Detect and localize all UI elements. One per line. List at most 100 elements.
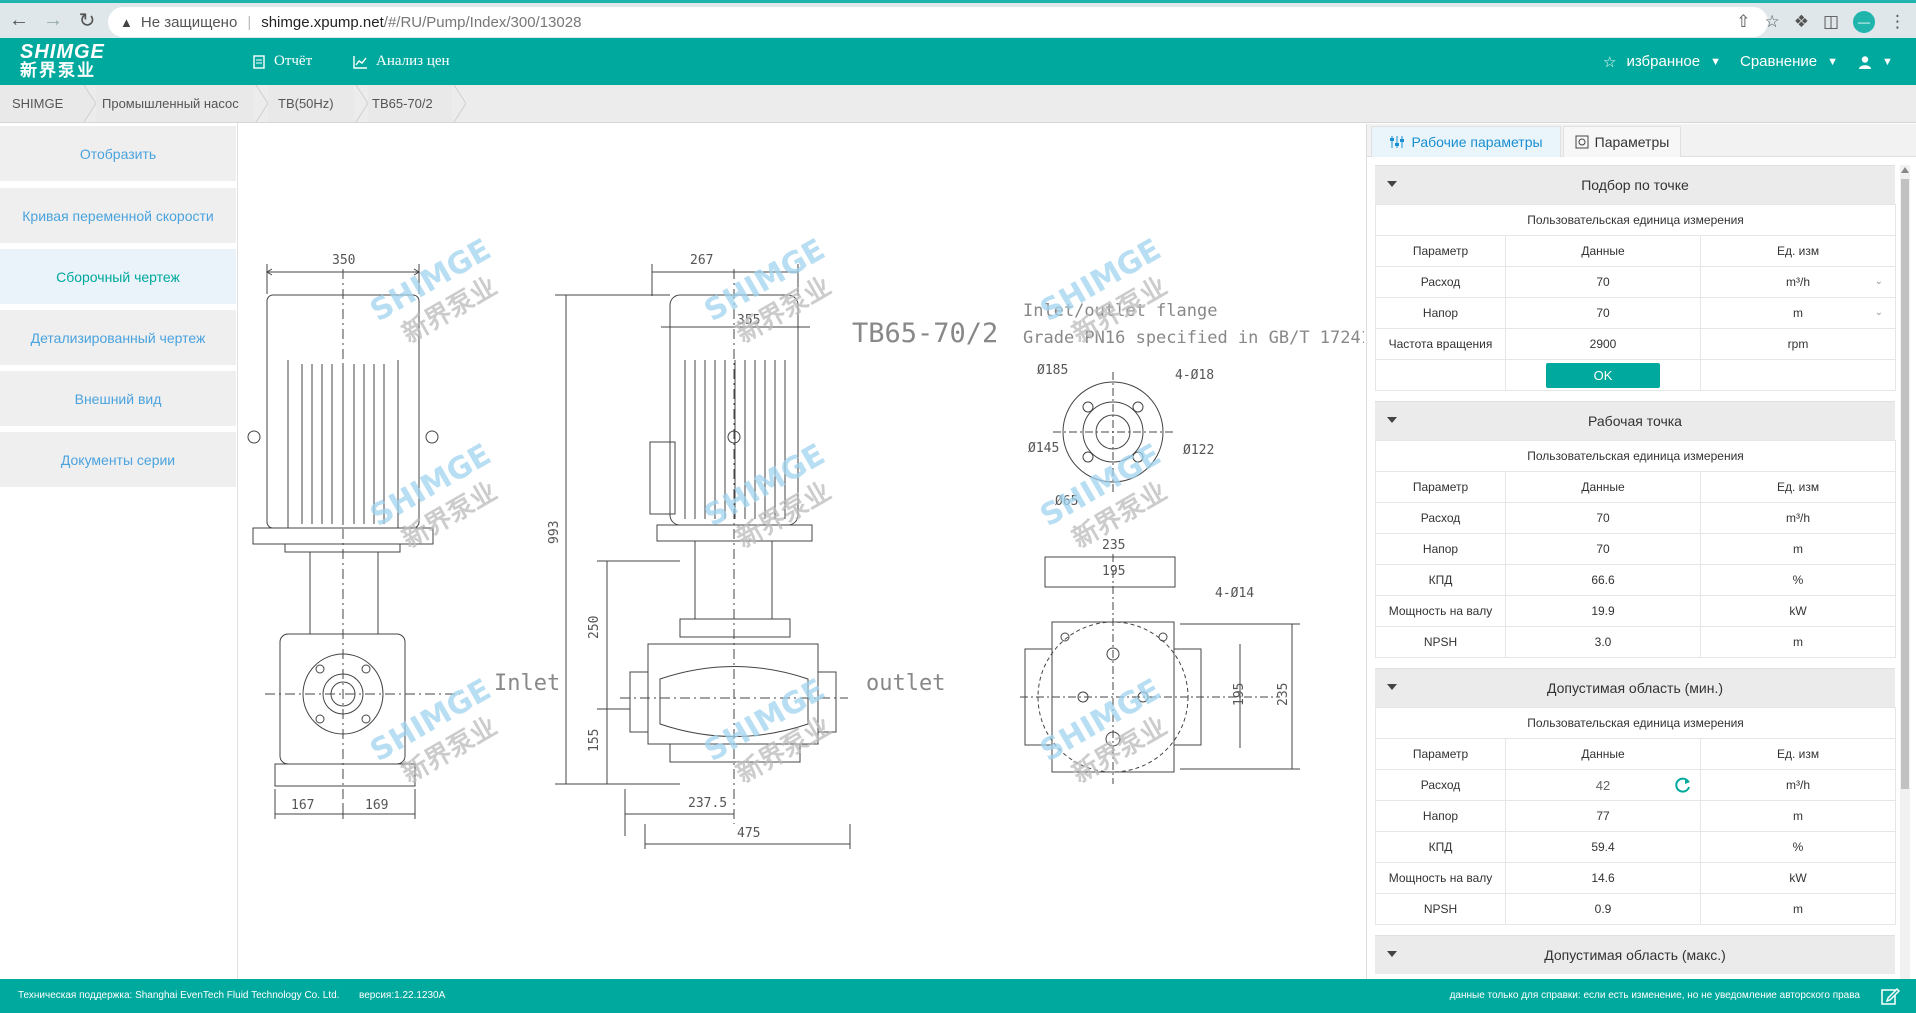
panel-scroll-area[interactable]: Подбор по точке Пользовательская единица…	[1375, 165, 1901, 979]
min-flow-cell: 42	[1505, 769, 1701, 801]
speed-input[interactable]: 2900	[1505, 328, 1701, 360]
dim-flange-185: Ø185	[1037, 363, 1068, 378]
section-header[interactable]: Рабочая точка	[1375, 401, 1895, 440]
menu-item-variable-speed-curve[interactable]: Кривая переменной скорости	[0, 188, 236, 244]
extensions-icon[interactable]: ❖	[1794, 12, 1809, 32]
unit-value: kW	[1699, 595, 1897, 627]
support-text: Техническая поддержка: Shanghai EvenTech…	[18, 990, 340, 1001]
unit-value: m³/h	[1699, 502, 1897, 534]
warning-icon: ▲	[120, 14, 133, 30]
favorites-dropdown[interactable]: ☆ избранное ▼	[1603, 38, 1721, 85]
browser-menu-icon[interactable]: ⋮	[1889, 12, 1906, 32]
head-unit-select[interactable]: m ⌄	[1699, 297, 1897, 329]
left-menu: Отобразить Кривая переменной скорости Сб…	[0, 123, 238, 979]
menu-item-detailed-drawing[interactable]: Детализированный чертеж	[0, 310, 236, 366]
edit-icon[interactable]	[1880, 986, 1900, 1006]
dim-flange-4-18: 4-Ø18	[1175, 368, 1214, 383]
table-row: NPSH 0.9 m	[1375, 893, 1897, 925]
head-input[interactable]: 70	[1505, 297, 1701, 329]
breadcrumb-label: TB(50Hz)	[278, 96, 334, 111]
flow-input[interactable]: 70	[1505, 266, 1701, 298]
tab-parameters[interactable]: Параметры	[1563, 126, 1681, 157]
dim-bottom-4-14: 4-Ø14	[1215, 586, 1254, 601]
settings-box-icon	[1575, 135, 1589, 149]
section-header[interactable]: Допустимая область (мин.)	[1375, 668, 1895, 707]
section-title: Допустимая область (мин.)	[1546, 680, 1724, 696]
table-row: OK	[1375, 359, 1897, 391]
empty-cell	[1375, 359, 1506, 391]
dim-267: 267	[690, 253, 713, 268]
browser-tools: ⇧ ☆ ❖ ◫ — ⋮	[1736, 7, 1906, 37]
nav-report-label: Отчёт	[274, 53, 313, 69]
min-flow-input[interactable]: 42	[1596, 778, 1610, 793]
breadcrumb-label: TB65-70/2	[372, 96, 433, 111]
section-header[interactable]: Подбор по точке	[1375, 165, 1895, 204]
unit-value: m	[1699, 626, 1897, 658]
nav-price-analysis[interactable]: Анализ цен	[353, 38, 450, 85]
dim-flange-122: Ø122	[1183, 443, 1214, 458]
browser-toolbar: ← → ↻ ▲ Не защищено | shimge.xpump.net/#…	[0, 0, 1916, 38]
nav-report[interactable]: Отчёт	[252, 38, 312, 85]
forward-icon[interactable]: →	[38, 6, 68, 36]
breadcrumb: SHIMGE Промышленный насос TB(50Hz) TB65-…	[0, 85, 1916, 123]
terminal-box	[649, 441, 676, 515]
inlet-label: Inlet	[494, 671, 560, 696]
profile-avatar-icon[interactable]: —	[1853, 11, 1875, 33]
refresh-icon[interactable]	[1674, 776, 1692, 794]
unit-value: %	[1699, 831, 1897, 863]
user-dropdown[interactable]: ▼	[1858, 38, 1893, 85]
brand-logo[interactable]: SHIMGE 新界泵业	[20, 42, 140, 80]
address-bar[interactable]: ▲ Не защищено | shimge.xpump.net/#/RU/Pu…	[108, 7, 1768, 37]
reload-icon[interactable]: ↻	[72, 6, 102, 36]
panel-tabs: Рабочие параметры Параметры	[1367, 124, 1916, 157]
col-header-unit: Ед. изм	[1699, 235, 1897, 267]
col-header-data: Данные	[1505, 738, 1701, 770]
menu-item-label: Кривая переменной скорости	[22, 207, 214, 224]
breadcrumb-item-home[interactable]: SHIMGE	[0, 85, 82, 122]
dim-155: 155	[587, 729, 602, 752]
menu-item-assembly-drawing[interactable]: Сборочный чертеж	[0, 249, 236, 305]
url-path: /#/RU/Pump/Index/300/13028	[383, 13, 582, 31]
back-icon[interactable]: ←	[4, 6, 34, 36]
flow-unit-select[interactable]: m³/h ⌄	[1699, 266, 1897, 298]
scroll-up-icon[interactable]	[1901, 167, 1909, 173]
ok-button[interactable]: OK	[1546, 362, 1660, 388]
col-header-unit: Ед. изм	[1699, 471, 1897, 503]
menu-item-label: Сборочный чертеж	[56, 268, 180, 285]
tab-working-parameters[interactable]: Рабочие параметры	[1371, 126, 1561, 157]
user-unit-label: Пользовательская единица измерения	[1375, 440, 1897, 472]
compare-dropdown[interactable]: Сравнение ▼	[1740, 38, 1838, 85]
menu-item-display[interactable]: Отобразить	[0, 126, 236, 182]
breadcrumb-item-industrial-pump[interactable]: Промышленный насос	[96, 85, 254, 122]
param-label: Мощность на валу	[1375, 595, 1506, 627]
caret-down-icon	[1387, 684, 1397, 690]
sidebar-icon[interactable]: ◫	[1823, 12, 1839, 32]
unit-value: m³/h	[1699, 769, 1897, 801]
chart-icon	[353, 55, 367, 69]
section-header[interactable]: Допустимая область (макс.)	[1375, 935, 1895, 974]
param-value: 59.4	[1505, 831, 1701, 863]
bookmark-star-icon[interactable]: ☆	[1764, 12, 1779, 32]
url-separator: |	[247, 13, 252, 31]
sliders-icon	[1390, 136, 1405, 148]
menu-item-appearance[interactable]: Внешний вид	[0, 371, 236, 427]
dim-475: 475	[737, 826, 760, 841]
footer: Техническая поддержка: Shanghai EvenTech…	[0, 979, 1916, 1013]
logo-text-en: SHIMGE	[20, 41, 105, 63]
breadcrumb-item-model[interactable]: TB65-70/2	[368, 85, 452, 122]
section-allowed-range-min: Допустимая область (мин.) Пользовательск…	[1375, 668, 1897, 925]
menu-item-series-documents[interactable]: Документы серии	[0, 432, 236, 488]
scrollbar-thumb[interactable]	[1901, 179, 1909, 789]
col-header-param: Параметр	[1375, 471, 1506, 503]
col-header-param: Параметр	[1375, 738, 1506, 770]
table-row: КПД 66.6%	[1375, 564, 1897, 596]
breadcrumb-item-series[interactable]: TB(50Hz)	[268, 85, 354, 122]
chevron-down-icon: ▼	[1882, 55, 1893, 68]
param-value: 66.6	[1505, 564, 1701, 596]
param-value: 14.6	[1505, 862, 1701, 894]
user-unit-label: Пользовательская единица измерения	[1375, 707, 1897, 739]
panel-scrollbar[interactable]	[1900, 165, 1910, 979]
section-title: Допустимая область (макс.)	[1544, 947, 1726, 963]
tab-label: Параметры	[1594, 134, 1670, 150]
share-icon[interactable]: ⇧	[1736, 12, 1750, 32]
